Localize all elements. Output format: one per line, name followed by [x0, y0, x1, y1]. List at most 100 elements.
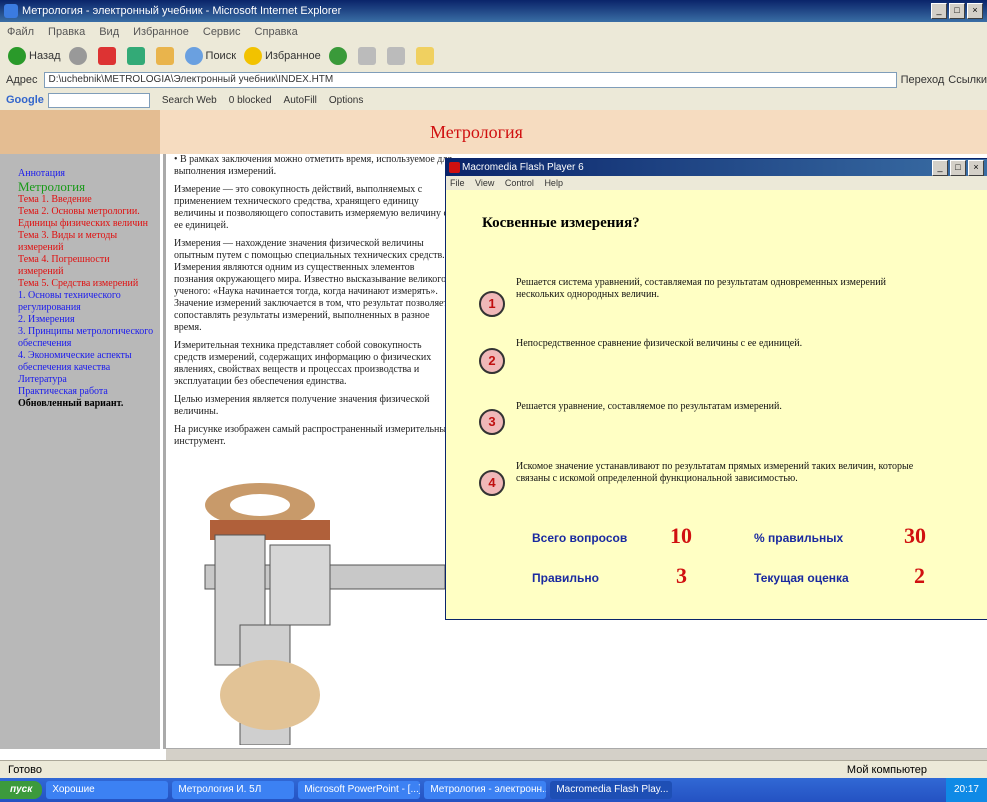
- popup-blocker-button[interactable]: 0 blocked: [229, 95, 272, 106]
- sidebar: Аннотация Метрология Тема 1. Введение Тема …: [0, 154, 160, 749]
- window-title: Метрология - электронный учебник - Micro…: [22, 5, 342, 17]
- correct-count-label: Правильно: [532, 571, 599, 585]
- sidebar-item[interactable]: 2. Измерения: [0, 314, 160, 326]
- address-bar: Адрес D:\uchebnik\METROLOGIA\Электронный…: [0, 70, 987, 91]
- menu-edit[interactable]: Правка: [48, 26, 85, 38]
- sidebar-item[interactable]: 1. Основы технического регулирования: [0, 290, 160, 314]
- answer-1-button[interactable]: 1: [479, 291, 505, 317]
- sidebar-item[interactable]: 3. Принципы метрологического обеспечения: [0, 326, 160, 350]
- content-paragraph: Измерения — нахождение значения физическ…: [174, 238, 448, 333]
- start-button[interactable]: пуск: [0, 781, 43, 799]
- flash-title: Macromedia Flash Player 6: [462, 162, 584, 173]
- answer-1-text: Решается система уравнений, составляемая…: [516, 277, 886, 300]
- system-tray-clock[interactable]: 20:17: [945, 778, 987, 802]
- options-button[interactable]: Options: [329, 95, 363, 106]
- address-input[interactable]: D:\uchebnik\METROLOGIA\Электронный учебн…: [43, 72, 897, 88]
- history-button[interactable]: [328, 47, 350, 65]
- back-button[interactable]: Назад: [8, 47, 61, 65]
- home-icon: [155, 47, 174, 65]
- content-paragraph: На рисунке изображен самый распространен…: [174, 424, 452, 447]
- percent-correct-label: % правильных: [754, 531, 844, 545]
- menu-tools[interactable]: Сервис: [203, 26, 241, 38]
- page-header: Метрология: [0, 110, 987, 154]
- forward-button[interactable]: [68, 47, 90, 65]
- flash-menu-file[interactable]: File: [450, 178, 465, 188]
- refresh-button[interactable]: [126, 47, 148, 65]
- folder-button[interactable]: [415, 47, 437, 65]
- google-logo[interactable]: Google: [6, 94, 44, 106]
- sidebar-item[interactable]: Тема 4. Погрешности измерений: [0, 254, 160, 278]
- forward-arrow-icon: [68, 47, 87, 65]
- mail-button[interactable]: [357, 47, 379, 65]
- history-icon: [328, 47, 347, 65]
- google-toolbar: Google Search Web 0 blocked AutoFill Opt…: [0, 90, 987, 111]
- menu-bar: Файл Правка Вид Избранное Сервис Справка: [0, 22, 987, 43]
- links-button[interactable]: Ссылки: [948, 74, 987, 86]
- current-grade-value: 2: [914, 563, 925, 588]
- stop-button[interactable]: [97, 47, 119, 65]
- header-decoration: [0, 110, 160, 154]
- flash-menu-control[interactable]: Control: [505, 178, 534, 188]
- star-icon: [244, 47, 263, 65]
- answer-3-text: Решается уравнение, составляемое по резу…: [516, 401, 782, 412]
- maximize-button[interactable]: □: [949, 3, 965, 19]
- sidebar-item[interactable]: Практическая работа: [0, 386, 160, 398]
- flash-menu-help[interactable]: Help: [544, 178, 563, 188]
- ie-logo-icon: [4, 4, 18, 18]
- status-text: Готово: [8, 764, 42, 776]
- menu-view[interactable]: Вид: [99, 26, 119, 38]
- taskbar-item[interactable]: Метрология И. 5Л: [172, 781, 295, 799]
- google-search-input[interactable]: [47, 92, 150, 108]
- home-button[interactable]: [155, 47, 177, 65]
- taskbar-item[interactable]: Microsoft PowerPoint - [...]: [298, 781, 421, 799]
- answer-4-text: Искомое значение устанавливают по резуль…: [516, 461, 914, 484]
- window-title-bar: Метрология - электронный учебник - Micro…: [0, 0, 987, 22]
- sidebar-item[interactable]: Тема 2. Основы метрологии. Единицы физич…: [0, 206, 160, 230]
- sidebar-item[interactable]: Литература: [0, 374, 160, 386]
- search-icon: [184, 47, 203, 65]
- flash-menu-bar: File View Control Help: [446, 176, 987, 190]
- search-web-button[interactable]: Search Web: [162, 95, 217, 106]
- answer-2-button[interactable]: 2: [479, 348, 505, 374]
- folder-icon: [415, 47, 434, 65]
- taskbar-item-active[interactable]: Macromedia Flash Play...: [550, 781, 673, 799]
- caliper-illustration: [204, 483, 445, 745]
- sidebar-item[interactable]: Тема 5. Средства измерений: [0, 278, 160, 290]
- autofill-button[interactable]: AutoFill: [284, 95, 317, 106]
- taskbar-item[interactable]: Метрология - электронн...: [424, 781, 547, 799]
- mail-icon: [357, 47, 376, 65]
- search-button[interactable]: Поиск: [184, 47, 236, 65]
- menu-favorites[interactable]: Избранное: [133, 26, 189, 38]
- flash-close-button[interactable]: ×: [968, 160, 984, 176]
- menu-help[interactable]: Справка: [255, 26, 298, 38]
- current-grade-label: Текущая оценка: [754, 571, 849, 585]
- toolbar: Назад Поиск Избранное: [0, 42, 987, 71]
- print-button[interactable]: [386, 47, 408, 65]
- sidebar-item[interactable]: Обновленный вариант.: [0, 398, 160, 410]
- favorites-button[interactable]: Избранное: [244, 47, 321, 65]
- flash-maximize-button[interactable]: □: [950, 160, 966, 176]
- sidebar-item[interactable]: Тема 1. Введение: [0, 194, 160, 206]
- stop-icon: [97, 47, 116, 65]
- flash-title-bar: Macromedia Flash Player 6 _ □ ×: [446, 159, 987, 176]
- minimize-button[interactable]: _: [931, 3, 947, 19]
- flash-menu-view[interactable]: View: [475, 178, 494, 188]
- content-paragraph: Измерительная техника представляет собой…: [174, 340, 432, 387]
- taskbar-item[interactable]: Хорошие: [46, 781, 169, 799]
- go-button[interactable]: Переход: [901, 74, 945, 86]
- sidebar-item[interactable]: Метрология: [0, 180, 160, 194]
- sidebar-item[interactable]: Тема 3. Виды и методы измерений: [0, 230, 160, 254]
- sidebar-item[interactable]: 4. Экономические аспекты обеспечения кач…: [0, 350, 160, 374]
- flash-minimize-button[interactable]: _: [932, 160, 948, 176]
- answer-2-text: Непосредственное сравнение физической ве…: [516, 338, 803, 349]
- answer-3-button[interactable]: 3: [479, 409, 505, 435]
- menu-file[interactable]: Файл: [7, 26, 34, 38]
- close-button[interactable]: ×: [967, 3, 983, 19]
- correct-count-value: 3: [676, 563, 687, 588]
- caliper-slider: [269, 544, 331, 626]
- status-zone: Мой компьютер: [846, 764, 927, 776]
- content-paragraph: • В рамках заключения можно отметить вре…: [174, 154, 452, 177]
- content-paragraph: Измерение — это совокупность действий, в…: [174, 184, 448, 231]
- page-title: Метрология: [430, 122, 523, 142]
- answer-4-button[interactable]: 4: [479, 470, 505, 496]
